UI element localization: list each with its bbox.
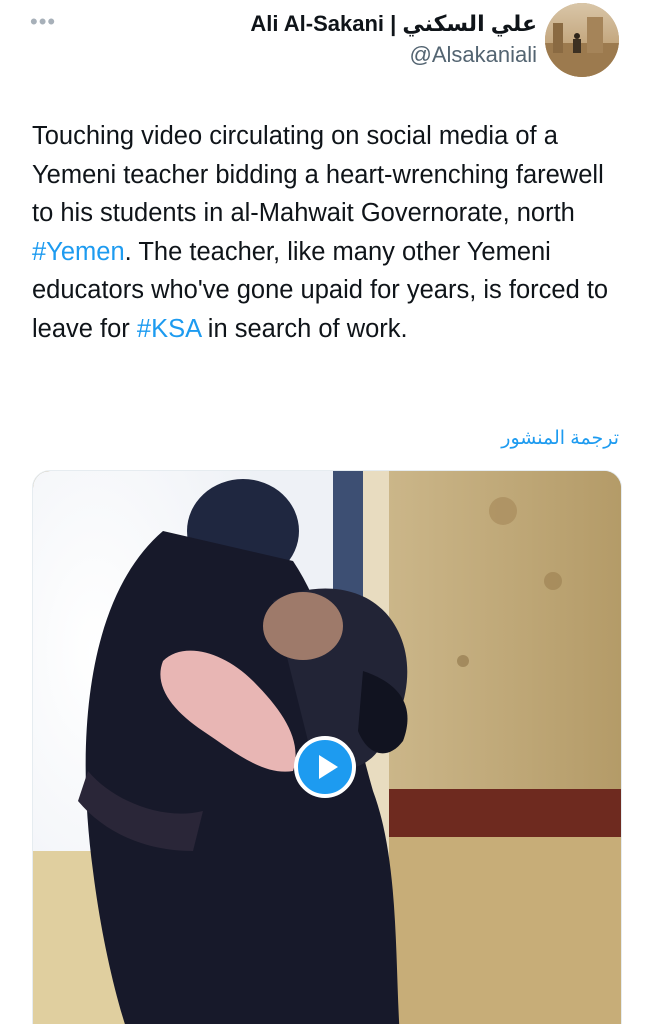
tweet-text-part: in search of work. — [200, 314, 408, 343]
author-display-name[interactable]: Ali Al-Sakani | علي السكني — [250, 8, 537, 40]
avatar-image — [545, 3, 619, 77]
tweet-text: Touching video circulating on social med… — [32, 117, 622, 348]
tweet-header: Ali Al-Sakani | علي السكني @Alsakaniali — [250, 8, 537, 70]
play-button[interactable] — [294, 736, 356, 798]
hashtag-ksa[interactable]: #KSA — [137, 315, 201, 343]
tweet-page: ••• Ali Al-Sakani | علي السكني @Alsakani… — [0, 0, 651, 1024]
play-icon — [319, 755, 338, 779]
avatar[interactable] — [545, 3, 619, 77]
video-media[interactable] — [32, 470, 622, 1024]
translate-post-link[interactable]: ترجمة المنشور — [501, 425, 619, 453]
more-options-button[interactable]: ••• — [30, 10, 60, 34]
ellipsis-icon: ••• — [30, 9, 57, 34]
tweet-text-part: Touching video circulating on social med… — [32, 122, 604, 227]
hashtag-yemen[interactable]: #Yemen — [32, 238, 125, 266]
author-handle[interactable]: @Alsakaniali — [250, 40, 538, 70]
